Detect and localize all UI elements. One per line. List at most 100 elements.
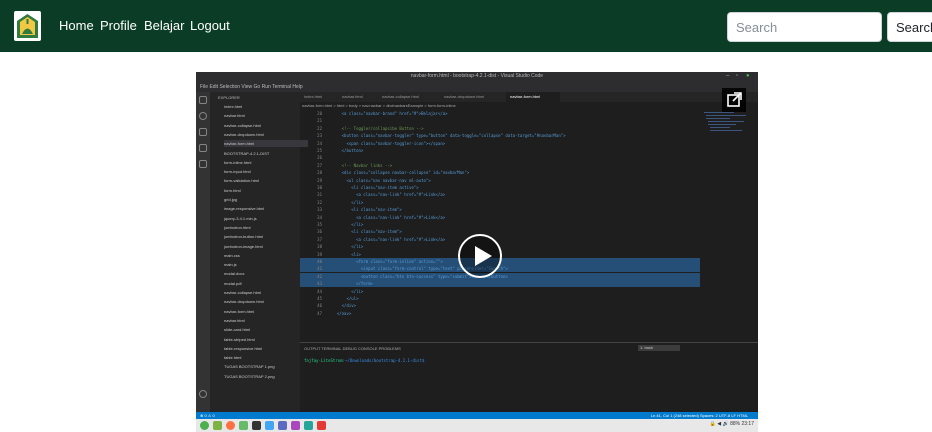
code-line: 22 <!-- Toggler/collapsibe Button --> bbox=[300, 125, 700, 132]
app-icon bbox=[291, 421, 300, 430]
code-text: <!-- Toggler/collapsibe Button --> bbox=[332, 125, 424, 131]
code-line: 34 <a class="nav-link" href="#">Link</a> bbox=[300, 214, 700, 221]
editor-tab: index.html bbox=[304, 94, 323, 99]
explorer-item: table.html bbox=[224, 355, 242, 361]
code-text: </li> bbox=[332, 199, 364, 205]
explorer-item: navbar-dropdown.html bbox=[224, 299, 264, 305]
line-number: 41 bbox=[317, 266, 322, 272]
code-line: 28 <div class="collapse navbar-collapse"… bbox=[300, 169, 700, 176]
code-text: <a class="nav-link" href="#">Link</a> bbox=[332, 214, 446, 220]
explorer-item: index.html bbox=[224, 104, 243, 109]
code-line: 24 <span class="navbar-toggler-icon"></s… bbox=[300, 140, 700, 147]
line-number: 43 bbox=[317, 281, 322, 287]
line-number: 27 bbox=[317, 162, 322, 168]
code-text: </li> bbox=[332, 288, 364, 294]
explorer-item: navbar-collapse.html bbox=[224, 290, 261, 295]
os-taskbar: 🔒 ◀ 🔊 88% 23:17 bbox=[196, 419, 758, 432]
explorer-item: grid.jpg bbox=[224, 197, 238, 202]
debug-icon bbox=[199, 144, 207, 152]
code-line: 42 <button class="btn btn-success" type=… bbox=[300, 272, 700, 280]
code-line: 20 <a class="navbar-brand" href="#">Bela… bbox=[300, 110, 700, 117]
line-number: 44 bbox=[317, 288, 322, 294]
line-number: 25 bbox=[317, 148, 322, 153]
vscode-menubar: File Edit Selection View Go Run Terminal… bbox=[196, 83, 758, 92]
code-text: </div> bbox=[332, 303, 357, 309]
terminal-line: fajfay-LiteStrom:~/Downloads/bootstrap-4… bbox=[304, 358, 424, 363]
play-icon bbox=[475, 246, 492, 266]
code-text: </button> bbox=[332, 148, 364, 153]
nav-link-logout[interactable]: Logout bbox=[190, 18, 230, 34]
files-app-icon bbox=[213, 421, 222, 430]
editor-tab-active: navbar-form.html bbox=[506, 92, 560, 102]
code-text: <div class="collapse navbar-collapse" id… bbox=[332, 170, 470, 176]
explorer-sidebar: EXPLORER index.html navbar.html navbar-col… bbox=[210, 92, 308, 412]
line-number: 20 bbox=[317, 111, 322, 116]
line-number: 47 bbox=[317, 310, 322, 316]
explorer-item: TUGAS BOOTSTRAP 1.png bbox=[224, 364, 275, 370]
code-line: 37 <a class="nav-link" href="#">Link</a> bbox=[300, 236, 700, 243]
close-icon: ● bbox=[746, 73, 750, 79]
line-number: 42 bbox=[317, 273, 322, 279]
line-number: 21 bbox=[317, 118, 322, 124]
breadcrumb: navbar-form.html > html > body > nav.nav… bbox=[302, 103, 456, 108]
code-text: </ul> bbox=[332, 296, 359, 301]
line-number: 28 bbox=[317, 170, 322, 176]
start-menu-icon bbox=[200, 421, 209, 430]
code-line: 25 </button> bbox=[300, 147, 700, 154]
code-line: 30 <li class="nav-item active"> bbox=[300, 184, 700, 191]
explorer-item: jumbotron.html bbox=[224, 224, 251, 230]
explorer-item: jumbotron-button.html bbox=[224, 234, 263, 240]
code-editor: 20 <a class="navbar-brand" href="#">Bela… bbox=[300, 110, 700, 320]
line-number: 46 bbox=[317, 303, 322, 309]
code-line: 36 <li class="nav-item"> bbox=[300, 228, 700, 235]
code-line: 35 </li> bbox=[300, 221, 700, 228]
explorer-item: main.js bbox=[224, 262, 237, 268]
explorer-item: form-validation.html bbox=[224, 178, 259, 184]
system-tray: 🔒 ◀ 🔊 88% 23:17 bbox=[709, 421, 754, 427]
code-line: 31 <a class="nav-link" href="#">Link</a> bbox=[300, 191, 700, 198]
editor-tabs: index.html navbar.html navbar-collapse.h… bbox=[300, 92, 758, 102]
search-input[interactable] bbox=[727, 12, 882, 42]
nav-link-profile[interactable]: Profile bbox=[100, 18, 137, 34]
firefox-icon bbox=[226, 421, 235, 430]
code-text: <a class="nav-link" href="#">Link</a> bbox=[332, 192, 446, 198]
explorer-item: TUGAS BOOTSTRAP 2.png bbox=[224, 373, 275, 379]
line-number: 38 bbox=[317, 244, 322, 250]
code-line: 43 </form> bbox=[300, 280, 700, 288]
terminal-panel: OUTPUT TERMINAL DEBUG CONSOLE PROBLEMS 1… bbox=[300, 342, 758, 413]
search-button[interactable]: Search bbox=[887, 12, 932, 42]
line-number: 40 bbox=[317, 259, 322, 264]
code-line: 46 </div> bbox=[300, 302, 700, 309]
code-line: 26 bbox=[300, 154, 700, 161]
play-button[interactable] bbox=[458, 234, 502, 278]
vscode-titlebar: navbar-form.html - bootstrap-4.2.1-dist … bbox=[196, 72, 758, 83]
video-player[interactable]: navbar-form.html - bootstrap-4.2.1-dist … bbox=[196, 72, 758, 432]
nav-link-belajar[interactable]: Belajar bbox=[144, 18, 184, 34]
nav-link-home[interactable]: Home bbox=[59, 18, 94, 34]
status-bar: ⊗ 0 ⚠ 0 Ln 41, Col 1 (248 selected) Spac… bbox=[196, 412, 758, 419]
files-icon bbox=[199, 96, 207, 104]
line-number: 35 bbox=[317, 222, 322, 227]
code-text: <li> bbox=[332, 251, 361, 257]
open-external-icon[interactable] bbox=[722, 88, 746, 112]
maximize-icon: ▫ bbox=[736, 73, 739, 79]
line-number: 23 bbox=[317, 133, 322, 139]
terminal-icon bbox=[252, 421, 261, 430]
code-line: 44 </li> bbox=[300, 288, 700, 295]
line-number: 36 bbox=[317, 229, 322, 235]
brand-logo-icon[interactable] bbox=[14, 11, 41, 41]
line-number: 31 bbox=[317, 192, 322, 198]
explorer-item: navbar-form.html bbox=[224, 140, 308, 148]
code-text: </form> bbox=[332, 281, 373, 287]
app-icon bbox=[278, 421, 287, 430]
code-text: </li> bbox=[332, 222, 364, 227]
status-left: ⊗ 0 ⚠ 0 bbox=[200, 413, 215, 418]
explorer-item: form-inline.html bbox=[224, 159, 252, 165]
line-number: 30 bbox=[317, 185, 322, 190]
code-text: <span class="navbar-toggler-icon"></span… bbox=[332, 140, 446, 146]
explorer-item: form.html bbox=[224, 187, 241, 193]
status-right: Ln 41, Col 1 (248 selected) Spaces: 2 UT… bbox=[650, 413, 748, 418]
editor-tab: navbar-collapse.html bbox=[382, 94, 419, 99]
explorer-header: EXPLORER bbox=[218, 95, 240, 100]
terminal-select: 1: bash bbox=[638, 345, 680, 351]
